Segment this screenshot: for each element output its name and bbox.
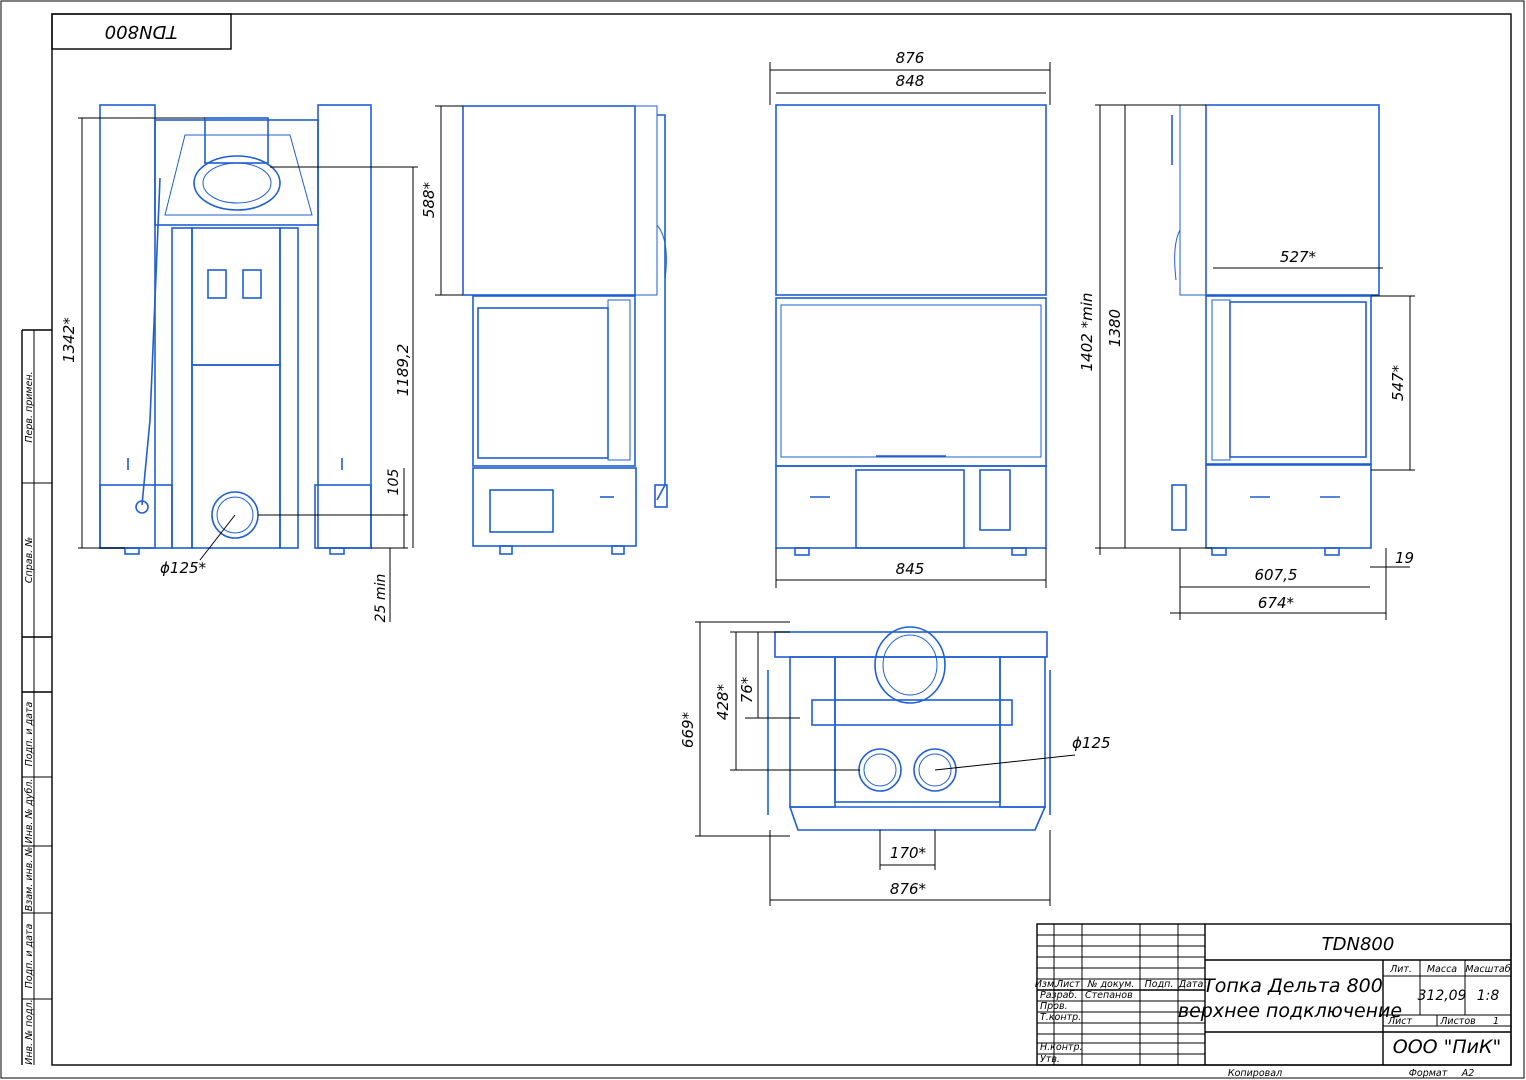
tb-format-label: Формат: [1409, 1068, 1448, 1079]
glass-view: [775, 104, 1047, 556]
tb-code: TDN800: [1322, 934, 1395, 955]
tb-prov: Пров.: [1040, 1001, 1068, 1012]
inner-frame: [51, 13, 1512, 1066]
title-block: TDN800 Топка Дельта 800 верхнее подключе…: [1035, 923, 1512, 1079]
dim-170: 170*: [890, 844, 927, 862]
plan-view: [767, 626, 1051, 831]
side-label: Справ. №: [24, 537, 35, 583]
right-dimensions: 1402 *min 1380 527* 547* 607,5 19 674*: [1078, 104, 1415, 620]
tb-doc: № докум.: [1087, 979, 1135, 990]
side-label: Взам. инв. №: [24, 847, 35, 912]
dim-588: 588*: [420, 181, 438, 218]
tb-nkontr: Н.контр.: [1040, 1042, 1083, 1053]
tb-list: Лист: [1055, 979, 1081, 990]
dim-19: 19: [1395, 549, 1414, 567]
dim-669: 669*: [679, 711, 697, 748]
front-dimensions: 1342* 1189,2 105 25 min ϕ125*: [60, 117, 418, 623]
dim-1189: 1189,2: [394, 344, 412, 397]
tb-scale-label: Масштаб: [1465, 964, 1510, 975]
dim-876: 876: [896, 49, 925, 67]
side-label: Подп. и дата: [24, 701, 35, 766]
tb-utv: Утв.: [1040, 1054, 1060, 1065]
front-view: [99, 104, 372, 555]
tb-name-2: верхнее подключение: [1178, 1000, 1402, 1022]
side-label: Инв. № дубл.: [24, 779, 35, 844]
side-strip: Перв. примен. Справ. № Подп. и дата Инв.…: [21, 329, 52, 1065]
tb-format-value: A2: [1461, 1068, 1475, 1079]
tb-name-1: Топка Дельта 800: [1203, 975, 1383, 997]
dim-674: 674*: [1258, 594, 1295, 612]
dim-1342: 1342*: [60, 317, 78, 363]
tb-sheets-value: 1: [1493, 1016, 1499, 1027]
side-label: Инв. № подл.: [24, 999, 35, 1065]
dim-547: 547*: [1389, 364, 1407, 401]
right-view: [1171, 104, 1380, 556]
tb-izm: Изм.: [1035, 979, 1057, 990]
dim-1402: 1402 *min: [1078, 293, 1096, 372]
dim-diam-125: ϕ125*: [160, 559, 207, 577]
dim-25: 25 min: [373, 574, 389, 623]
dim-527: 527*: [1280, 248, 1317, 266]
side-label: Перв. примен.: [24, 371, 35, 442]
tb-mass: 312,09: [1418, 988, 1467, 1004]
dim-876-plan: 876*: [890, 880, 927, 898]
side-view: [462, 105, 668, 555]
tb-razrab-name: Степанов: [1085, 990, 1133, 1001]
tb-scale: 1:8: [1477, 988, 1500, 1004]
tb-sheets: Листов: [1439, 1016, 1476, 1027]
tb-company: ООО "ПиК": [1393, 1036, 1502, 1058]
dim-1380: 1380: [1106, 309, 1124, 347]
dim-76: 76*: [738, 676, 756, 703]
tb-copied: Копировал: [1228, 1068, 1282, 1079]
tb-mass-label: Масса: [1427, 964, 1457, 975]
dim-6075: 607,5: [1255, 566, 1298, 584]
side-label: Подп. и дата: [24, 923, 35, 988]
dim-diam-plan: ϕ125: [1072, 734, 1111, 752]
side-dimensions: 588*: [420, 105, 463, 296]
tb-sheet: Лист: [1387, 1016, 1413, 1027]
dim-848: 848: [896, 72, 925, 90]
dim-428: 428*: [714, 683, 732, 720]
mirrored-tag: TDN800: [105, 21, 178, 42]
drawing-sheet: TDN800 Перв. примен. Справ. № Подп. и да…: [0, 0, 1525, 1079]
tb-lit: Лит.: [1389, 964, 1412, 975]
tb-razrab: Разраб.: [1040, 990, 1077, 1001]
dim-845: 845: [896, 560, 925, 578]
glass-dimensions: 876 848 845: [769, 49, 1051, 588]
tb-sign: Подп.: [1145, 979, 1174, 990]
dim-105: 105: [386, 469, 402, 496]
tb-tkontr: Т.контр.: [1040, 1012, 1081, 1023]
tb-date: Дата: [1178, 979, 1204, 990]
